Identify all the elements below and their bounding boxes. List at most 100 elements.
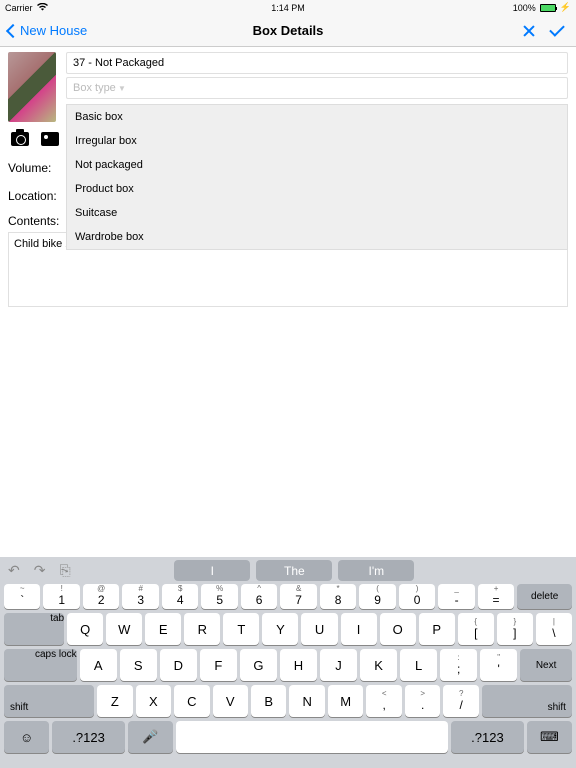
shift-key[interactable]: shift (482, 685, 572, 717)
camera-button[interactable] (8, 128, 32, 150)
prediction[interactable]: I (174, 560, 250, 581)
confirm-button[interactable] (549, 21, 565, 37)
key-K[interactable]: K (360, 649, 397, 681)
key-1[interactable]: !1 (43, 584, 79, 609)
page-title: Box Details (253, 23, 324, 38)
key-9[interactable]: (9 (359, 584, 395, 609)
key-punct[interactable]: "' (480, 649, 517, 681)
key-V[interactable]: V (213, 685, 248, 717)
key-bracket[interactable]: {[ (458, 613, 494, 645)
key-3[interactable]: #3 (122, 584, 158, 609)
key-S[interactable]: S (120, 649, 157, 681)
key-8[interactable]: *8 (320, 584, 356, 609)
key-6[interactable]: ^6 (241, 584, 277, 609)
key-5[interactable]: %5 (201, 584, 237, 609)
key-punct[interactable]: ?/ (443, 685, 478, 717)
symbols-key[interactable]: .?123 (451, 721, 524, 753)
key-O[interactable]: O (380, 613, 416, 645)
battery-icon (540, 4, 556, 12)
dropdown-option[interactable]: Basic box (67, 105, 567, 129)
contents-value: Child bike 2 (14, 238, 71, 250)
back-button[interactable]: New House (8, 23, 87, 38)
key-P[interactable]: P (419, 613, 455, 645)
key-B[interactable]: B (251, 685, 286, 717)
back-label: New House (20, 23, 87, 38)
key-T[interactable]: T (223, 613, 259, 645)
emoji-key[interactable]: ☺ (4, 721, 49, 753)
key-R[interactable]: R (184, 613, 220, 645)
prediction[interactable]: The (256, 560, 332, 581)
key-G[interactable]: G (240, 649, 277, 681)
key-Q[interactable]: Q (67, 613, 103, 645)
key-L[interactable]: L (400, 649, 437, 681)
box-type-dropdown: Basic box Irregular box Not packaged Pro… (66, 104, 568, 250)
key-I[interactable]: I (341, 613, 377, 645)
volume-label: Volume: (8, 161, 63, 175)
key-Z[interactable]: Z (97, 685, 132, 717)
key-A[interactable]: A (80, 649, 117, 681)
shift-key[interactable]: shift (4, 685, 94, 717)
keyboard: ↶ ↷ ⎘ I The I'm ~`!1@2#3$4%5^6&7*8(9)0_-… (0, 557, 576, 768)
key-Y[interactable]: Y (262, 613, 298, 645)
charging-icon: ⚡ (560, 2, 571, 13)
key-punct[interactable]: :; (440, 649, 477, 681)
key-=[interactable]: += (478, 584, 514, 609)
clock: 1:14 PM (271, 3, 305, 13)
dropdown-option[interactable]: Irregular box (67, 129, 567, 153)
key-2[interactable]: @2 (83, 584, 119, 609)
capslock-key[interactable]: caps lock (4, 649, 77, 681)
key-F[interactable]: F (200, 649, 237, 681)
key-D[interactable]: D (160, 649, 197, 681)
key-U[interactable]: U (301, 613, 337, 645)
redo-button[interactable]: ↷ (34, 562, 46, 579)
dropdown-option[interactable]: Suitcase (67, 201, 567, 225)
undo-button[interactable]: ↶ (8, 562, 20, 579)
contents-label: Contents: (8, 214, 63, 228)
key-bracket[interactable]: }] (497, 613, 533, 645)
location-label: Location: (8, 189, 63, 203)
box-type-select[interactable]: Box type (66, 77, 568, 99)
gallery-button[interactable] (38, 128, 62, 150)
hide-keyboard-key[interactable]: ⌨ (527, 721, 572, 753)
key--[interactable]: _- (438, 584, 474, 609)
next-key[interactable]: Next (520, 649, 572, 681)
space-key[interactable] (176, 721, 448, 753)
clipboard-button[interactable]: ⎘ (59, 562, 70, 579)
key-E[interactable]: E (145, 613, 181, 645)
key-punct[interactable]: >. (405, 685, 440, 717)
box-name-field[interactable]: 37 - Not Packaged (66, 52, 568, 74)
symbols-key[interactable]: .?123 (52, 721, 125, 753)
key-punct[interactable]: <, (366, 685, 401, 717)
key-4[interactable]: $4 (162, 584, 198, 609)
main-content: 37 - Not Packaged Box type Basic box Irr… (0, 47, 576, 312)
box-photo[interactable] (8, 52, 56, 122)
key-W[interactable]: W (106, 613, 142, 645)
chevron-left-icon (6, 23, 20, 37)
key-C[interactable]: C (174, 685, 209, 717)
dropdown-option[interactable]: Not packaged (67, 153, 567, 177)
key-0[interactable]: )0 (399, 584, 435, 609)
battery-label: 100% (513, 3, 536, 13)
key-`[interactable]: ~` (4, 584, 40, 609)
dropdown-option[interactable]: Product box (67, 177, 567, 201)
key-N[interactable]: N (289, 685, 324, 717)
box-name-value: 37 - Not Packaged (73, 57, 164, 69)
prediction[interactable]: I'm (338, 560, 414, 581)
tab-key[interactable]: tab (4, 613, 64, 645)
key-J[interactable]: J (320, 649, 357, 681)
key-H[interactable]: H (280, 649, 317, 681)
key-bracket[interactable]: |\ (536, 613, 572, 645)
delete-key[interactable]: delete (517, 584, 572, 609)
dropdown-option[interactable]: Wardrobe box (67, 225, 567, 249)
key-7[interactable]: &7 (280, 584, 316, 609)
carrier-label: Carrier (5, 3, 33, 13)
cancel-button[interactable] (522, 24, 536, 38)
nav-bar: New House Box Details (0, 15, 576, 47)
mic-key[interactable]: 🎤 (128, 721, 173, 753)
box-type-placeholder: Box type (73, 82, 126, 94)
key-M[interactable]: M (328, 685, 363, 717)
camera-icon (11, 132, 29, 146)
gallery-icon (41, 132, 59, 146)
key-X[interactable]: X (136, 685, 171, 717)
status-bar: Carrier 1:14 PM 100% ⚡ (0, 0, 576, 15)
